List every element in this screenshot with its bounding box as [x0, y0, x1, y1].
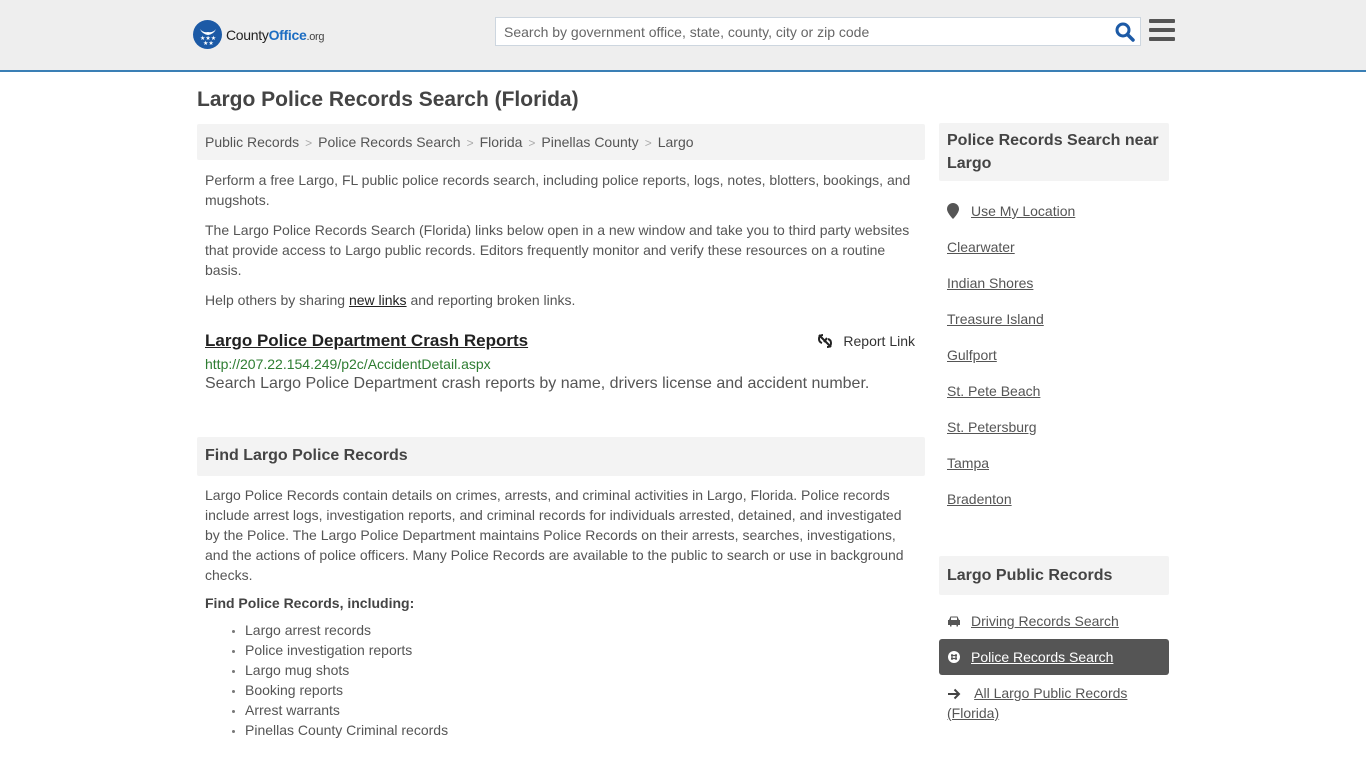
find-section-heading: Find Largo Police Records — [197, 437, 925, 476]
eagle-stars-logo-icon: ★★★ ★★ — [193, 20, 222, 49]
car-icon — [947, 615, 963, 627]
all-public-records-item[interactable]: All Largo Public Records (Florida) — [947, 675, 1161, 723]
sidebar: Police Records Search near Largo Use My … — [939, 123, 1169, 723]
find-section-subheading: Find Police Records, including: — [205, 595, 415, 611]
resource-link-description: Search Largo Police Department crash rep… — [205, 375, 870, 392]
list-item: Arrest warrants — [245, 700, 925, 720]
nearby-link[interactable]: Gulfport — [947, 347, 997, 363]
map-marker-icon — [947, 203, 963, 219]
breadcrumb-separator: > — [305, 136, 313, 150]
share-paragraph: Help others by sharing new links and rep… — [205, 292, 576, 308]
intro-paragraph: Perform a free Largo, FL public police r… — [205, 172, 911, 208]
nearby-item-clearwater[interactable]: Clearwater — [947, 229, 1161, 265]
breadcrumb-separator: > — [644, 136, 652, 150]
nearby-link[interactable]: St. Pete Beach — [947, 383, 1040, 399]
page-title: Largo Police Records Search (Florida) — [197, 88, 579, 111]
nearby-item-gulfport[interactable]: Gulfport — [947, 337, 1161, 373]
list-item: Largo arrest records — [245, 620, 925, 640]
site-header: ★★★ ★★ CountyOffice.org — [0, 0, 1366, 72]
hamburger-menu-icon[interactable] — [1149, 19, 1175, 41]
report-link-button[interactable]: Report Link — [817, 333, 915, 349]
use-location-item[interactable]: Use My Location — [947, 193, 1161, 229]
breadcrumb-public-records[interactable]: Public Records — [205, 134, 299, 150]
find-section-body: Largo Police Records contain details on … — [205, 487, 904, 583]
nearby-link[interactable]: Treasure Island — [947, 311, 1044, 327]
nearby-link[interactable]: Bradenton — [947, 491, 1012, 507]
nearby-item-treasure-island[interactable]: Treasure Island — [947, 301, 1161, 337]
use-my-location-link[interactable]: Use My Location — [971, 203, 1075, 219]
list-item: Pinellas County Criminal records — [245, 720, 925, 740]
arrow-right-icon — [947, 688, 963, 700]
nearby-item-st-pete-beach[interactable]: St. Pete Beach — [947, 373, 1161, 409]
svg-text:★★: ★★ — [203, 40, 214, 45]
search-button[interactable] — [1114, 21, 1136, 43]
list-item: Booking reports — [245, 680, 925, 700]
site-logo[interactable]: ★★★ ★★ CountyOffice.org — [193, 20, 325, 49]
driving-records-link[interactable]: Driving Records Search — [971, 613, 1119, 629]
records-list: Largo arrest records Police investigatio… — [197, 620, 925, 740]
resource-link-url: http://207.22.154.249/p2c/AccidentDetail… — [205, 356, 491, 372]
nearby-item-indian-shores[interactable]: Indian Shores — [947, 265, 1161, 301]
nearby-list: Use My Location Clearwater Indian Shores… — [939, 193, 1169, 517]
breadcrumb: Public Records > Police Records Search > Flo… — [197, 124, 925, 160]
nearby-item-tampa[interactable]: Tampa — [947, 445, 1161, 481]
breadcrumb-florida[interactable]: Florida — [480, 134, 523, 150]
nearby-link[interactable]: St. Petersburg — [947, 419, 1037, 435]
police-badge-icon — [947, 650, 963, 664]
police-records-item[interactable]: Police Records Search — [939, 639, 1169, 675]
nearby-item-bradenton[interactable]: Bradenton — [947, 481, 1161, 517]
public-records-list: Driving Records Search Police Records Se… — [939, 603, 1169, 723]
list-item: Largo mug shots — [245, 660, 925, 680]
new-links-link[interactable]: new links — [349, 292, 407, 308]
nearby-item-st-petersburg[interactable]: St. Petersburg — [947, 409, 1161, 445]
nearby-link[interactable]: Indian Shores — [947, 275, 1033, 291]
breadcrumb-police-records-search[interactable]: Police Records Search — [318, 134, 460, 150]
nearby-link[interactable]: Clearwater — [947, 239, 1015, 255]
disclaimer-paragraph: The Largo Police Records Search (Florida… — [205, 222, 910, 278]
nearby-heading: Police Records Search near Largo — [939, 123, 1169, 181]
search-icon — [1115, 22, 1135, 42]
police-records-link[interactable]: Police Records Search — [971, 649, 1113, 665]
broken-link-icon — [818, 334, 833, 348]
breadcrumb-separator: > — [528, 136, 536, 150]
all-public-records-link[interactable]: All Largo Public Records (Florida) — [947, 685, 1127, 721]
main-content: Public Records > Police Records Search > Flo… — [197, 124, 925, 740]
breadcrumb-pinellas-county[interactable]: Pinellas County — [541, 134, 638, 150]
list-item: Police investigation reports — [245, 640, 925, 660]
driving-records-item[interactable]: Driving Records Search — [947, 603, 1161, 639]
logo-text: CountyOffice.org — [226, 26, 325, 43]
breadcrumb-largo[interactable]: Largo — [658, 134, 694, 150]
resource-link-title[interactable]: Largo Police Department Crash Reports — [205, 331, 528, 350]
breadcrumb-separator: > — [466, 136, 474, 150]
nearby-link[interactable]: Tampa — [947, 455, 989, 471]
search-box — [495, 17, 1141, 46]
public-records-heading: Largo Public Records — [939, 556, 1169, 595]
resource-link-card: Largo Police Department Crash Reports Re… — [197, 331, 925, 393]
search-input[interactable] — [496, 18, 1096, 45]
